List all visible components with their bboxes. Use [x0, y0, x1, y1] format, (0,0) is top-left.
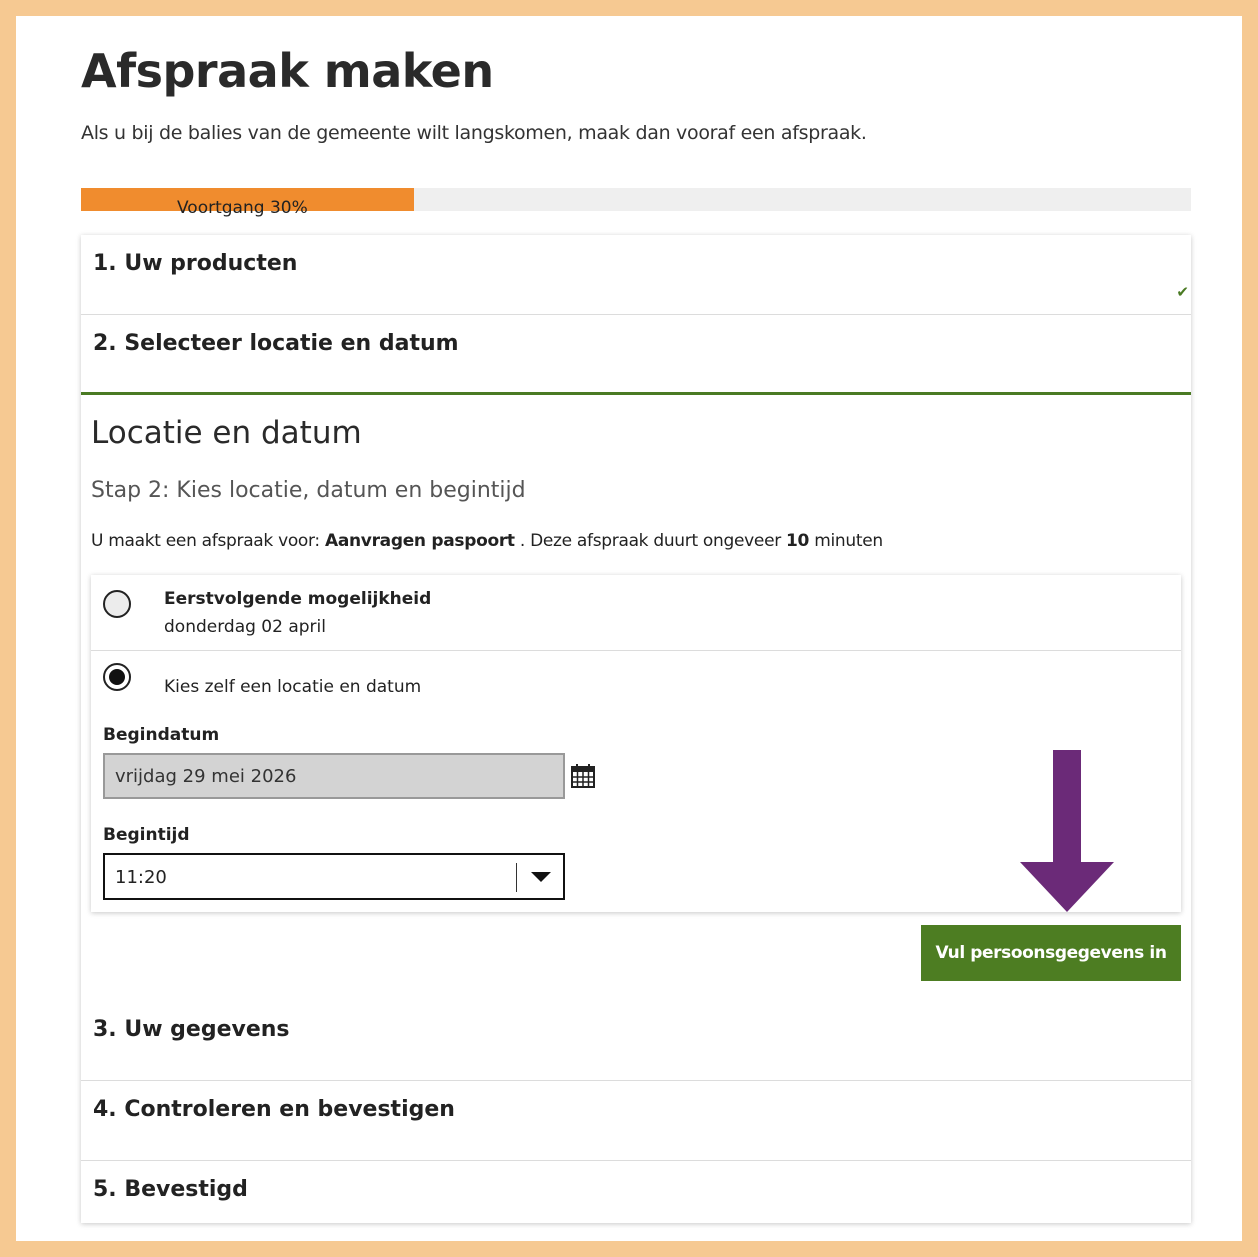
section-title: Locatie en datum [91, 415, 362, 451]
page-frame: Afspraak maken Als u bij de balies van d… [16, 16, 1242, 1241]
option-custom-label: Kies zelf een locatie en datum [164, 677, 422, 697]
wizard-card: 1. Uw producten ✔ 2. Selecteer locatie e… [81, 235, 1191, 1223]
check-icon: ✔ [1176, 283, 1189, 301]
step-3-header[interactable]: 3. Uw gegevens [81, 1001, 1191, 1081]
section-subtitle: Stap 2: Kies locatie, datum en begintijd [91, 478, 526, 503]
page-intro: Als u bij de balies van de gemeente wilt… [81, 122, 867, 144]
step-label: 2. Selecteer locatie en datum [93, 331, 459, 356]
appointment-info: U maakt een afspraak voor: Aanvragen pas… [91, 531, 883, 551]
step-4-header[interactable]: 4. Controleren en bevestigen [81, 1081, 1191, 1161]
chevron-down-icon[interactable] [531, 872, 551, 882]
date-options: Eerstvolgende mogelijkheid donderdag 02 … [91, 575, 1181, 912]
step-5-header[interactable]: 5. Bevestigd [81, 1161, 1191, 1223]
arrow-down-icon [1020, 750, 1114, 912]
duration-value: 10 [786, 531, 810, 551]
option-title: Eerstvolgende mogelijkheid [164, 589, 432, 609]
start-date-label: Begindatum [103, 725, 220, 745]
progress-bar: Voortgang 30% [81, 188, 1191, 218]
info-prefix: U maakt een afspraak voor: [91, 531, 325, 551]
step-1-header[interactable]: 1. Uw producten ✔ [81, 235, 1191, 315]
step-label: 5. Bevestigd [93, 1177, 248, 1202]
start-time-label: Begintijd [103, 825, 190, 845]
product-name: Aanvragen paspoort [324, 531, 515, 551]
radio-custom[interactable] [103, 663, 131, 691]
step-label: 4. Controleren en bevestigen [93, 1097, 455, 1122]
radio-first-available[interactable] [103, 590, 131, 618]
start-date-input[interactable] [103, 753, 565, 799]
calendar-icon[interactable] [571, 764, 595, 788]
page-title: Afspraak maken [81, 44, 494, 98]
info-suffix: minuten [809, 531, 883, 551]
start-time-select[interactable]: 11:20 [103, 853, 565, 900]
step-2-header[interactable]: 2. Selecteer locatie en datum [81, 315, 1191, 395]
step-label: 1. Uw producten [93, 251, 298, 276]
select-divider [516, 863, 517, 892]
start-time-value: 11:20 [115, 867, 167, 888]
info-middle: . Deze afspraak duurt ongeveer [514, 531, 787, 551]
step-label: 3. Uw gegevens [93, 1017, 290, 1042]
option-first-available[interactable]: Eerstvolgende mogelijkheid donderdag 02 … [91, 575, 1181, 651]
progress-label: Voortgang 30% [177, 198, 308, 218]
next-button[interactable]: Vul persoonsgegevens in [921, 925, 1181, 981]
option-date: donderdag 02 april [164, 617, 326, 637]
